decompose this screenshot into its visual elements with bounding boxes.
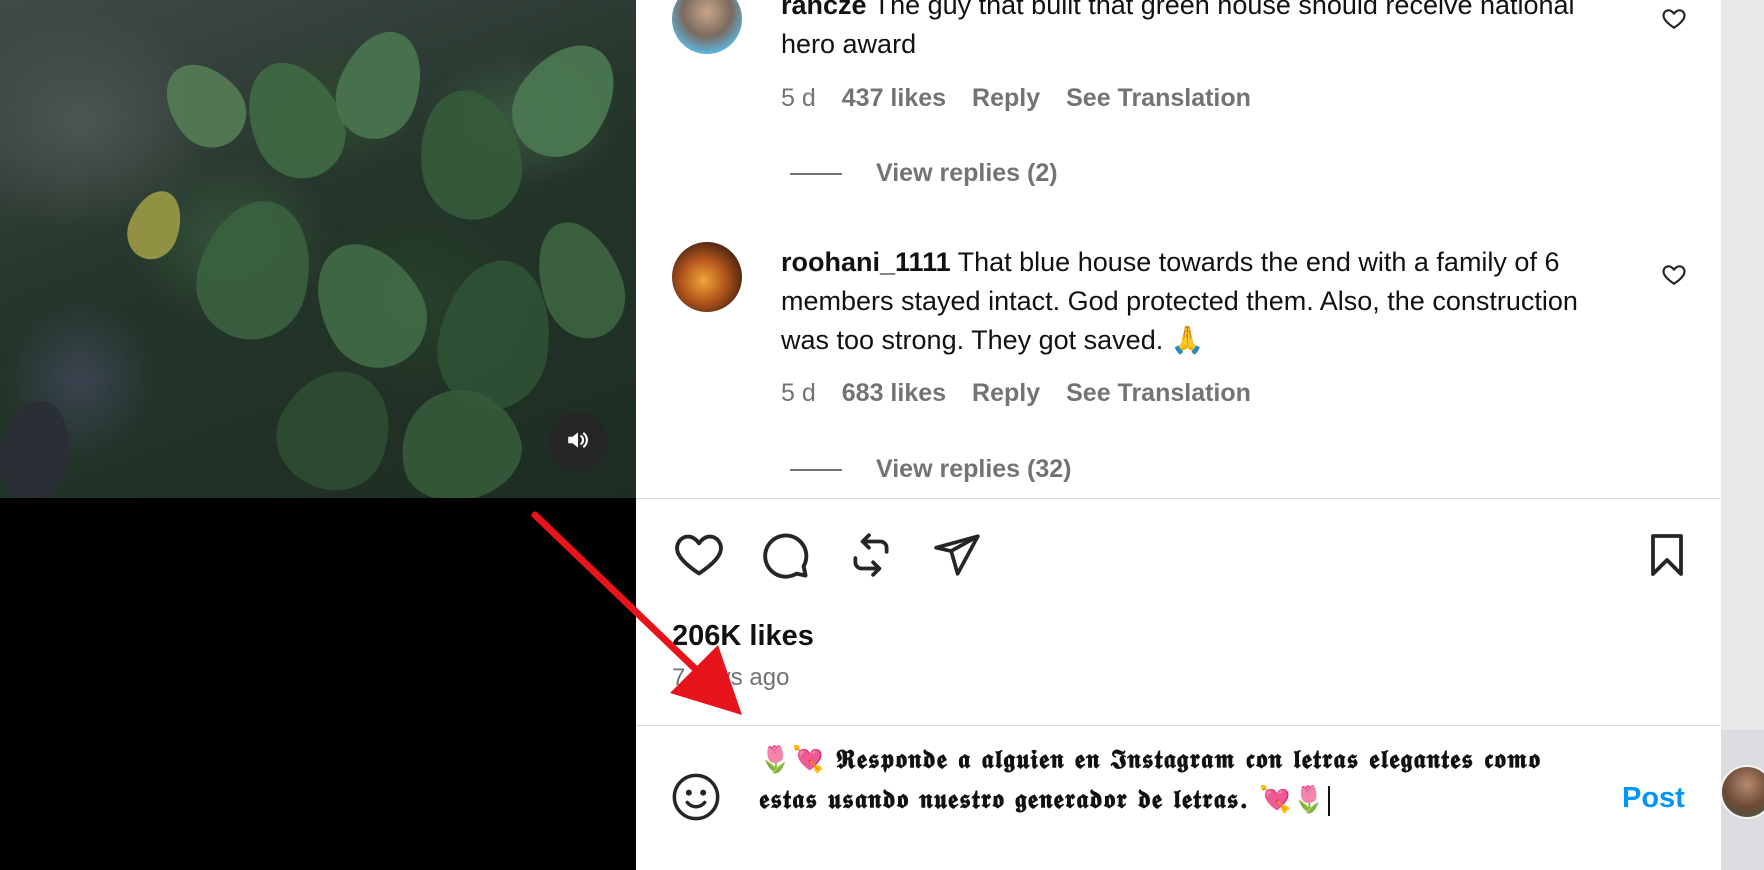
reply-button[interactable]: Reply xyxy=(972,379,1040,408)
avatar[interactable] xyxy=(672,242,742,312)
comment-meta: 5 d 683 likes Reply See Translation xyxy=(781,379,1251,408)
screen: rancze The guy that built that green hou… xyxy=(0,0,1764,870)
replies-line xyxy=(790,172,842,175)
view-replies-button[interactable]: View replies (2) xyxy=(790,159,1058,188)
bookmark-icon xyxy=(1643,531,1691,584)
speaker-volume-icon xyxy=(565,427,591,458)
emoji-picker-button[interactable] xyxy=(670,771,722,828)
paper-plane-icon xyxy=(932,530,982,585)
replies-line xyxy=(790,468,842,471)
comment-input-value: 🌷💘 𝕽𝖊𝖘𝖕𝖔𝖓𝖉𝖊 𝖆 𝖆𝖑𝖌𝖚𝖎𝖊𝖓 𝖊𝖓 𝕴𝖓𝖘𝖙𝖆𝖌𝖗𝖆𝖒 𝖈𝖔𝖓 𝖑… xyxy=(759,745,1541,815)
see-translation-button[interactable]: See Translation xyxy=(1066,84,1251,113)
divider xyxy=(636,498,1721,499)
comment-body: The guy that built that green house shou… xyxy=(781,0,1575,59)
text-caret xyxy=(1328,786,1331,816)
comment-text: rancze The guy that built that green hou… xyxy=(781,0,1631,64)
comment-likes[interactable]: 683 likes xyxy=(842,379,946,408)
comment-age: 5 d xyxy=(781,84,816,112)
avatar[interactable] xyxy=(672,0,742,54)
save-button[interactable] xyxy=(1640,530,1694,584)
action-bar xyxy=(672,530,1692,584)
view-replies-label: View replies (2) xyxy=(876,159,1058,187)
comment-age: 5 d xyxy=(781,379,816,407)
comment-meta: 5 d 437 likes Reply See Translation xyxy=(781,84,1251,113)
post-button[interactable]: Post xyxy=(1622,782,1685,815)
share-button[interactable] xyxy=(930,530,984,584)
comment-button[interactable] xyxy=(758,530,812,584)
comment-text: roohani_1111 That blue house towards the… xyxy=(781,243,1631,360)
see-translation-button[interactable]: See Translation xyxy=(1066,379,1251,408)
background-page-strip xyxy=(1721,0,1764,870)
comment-likes[interactable]: 437 likes xyxy=(842,84,946,113)
mute-toggle-button[interactable] xyxy=(548,412,608,472)
repost-button[interactable] xyxy=(844,530,898,584)
view-replies-label: View replies (32) xyxy=(876,455,1072,483)
comment-bubble-icon xyxy=(759,529,811,586)
view-replies-button[interactable]: View replies (32) xyxy=(790,455,1071,484)
heart-outline-icon[interactable] xyxy=(1661,6,1687,37)
comment-composer: 🌷💘 𝕽𝖊𝖘𝖕𝖔𝖓𝖉𝖊 𝖆 𝖆𝖑𝖌𝖚𝖎𝖊𝖓 𝖊𝖓 𝕴𝖓𝖘𝖙𝖆𝖌𝖗𝖆𝖒 𝖈𝖔𝖓 𝖑… xyxy=(636,725,1721,870)
smiley-face-icon xyxy=(670,773,722,827)
heart-outline-icon[interactable] xyxy=(1661,262,1687,293)
comment-username[interactable]: roohani_1111 xyxy=(781,247,951,277)
repost-icon xyxy=(846,530,896,585)
annotation-arrow xyxy=(531,511,742,715)
comment-input[interactable]: 🌷💘 𝕽𝖊𝖘𝖕𝖔𝖓𝖉𝖊 𝖆 𝖆𝖑𝖌𝖚𝖎𝖊𝖓 𝖊𝖓 𝕴𝖓𝖘𝖙𝖆𝖌𝖗𝖆𝖒 𝖈𝖔𝖓 𝖑… xyxy=(759,740,1599,820)
comments-panel: rancze The guy that built that green hou… xyxy=(636,0,1721,870)
reply-button[interactable]: Reply xyxy=(972,84,1040,113)
comment-username[interactable]: rancze xyxy=(781,0,867,20)
video-player[interactable] xyxy=(0,0,636,498)
